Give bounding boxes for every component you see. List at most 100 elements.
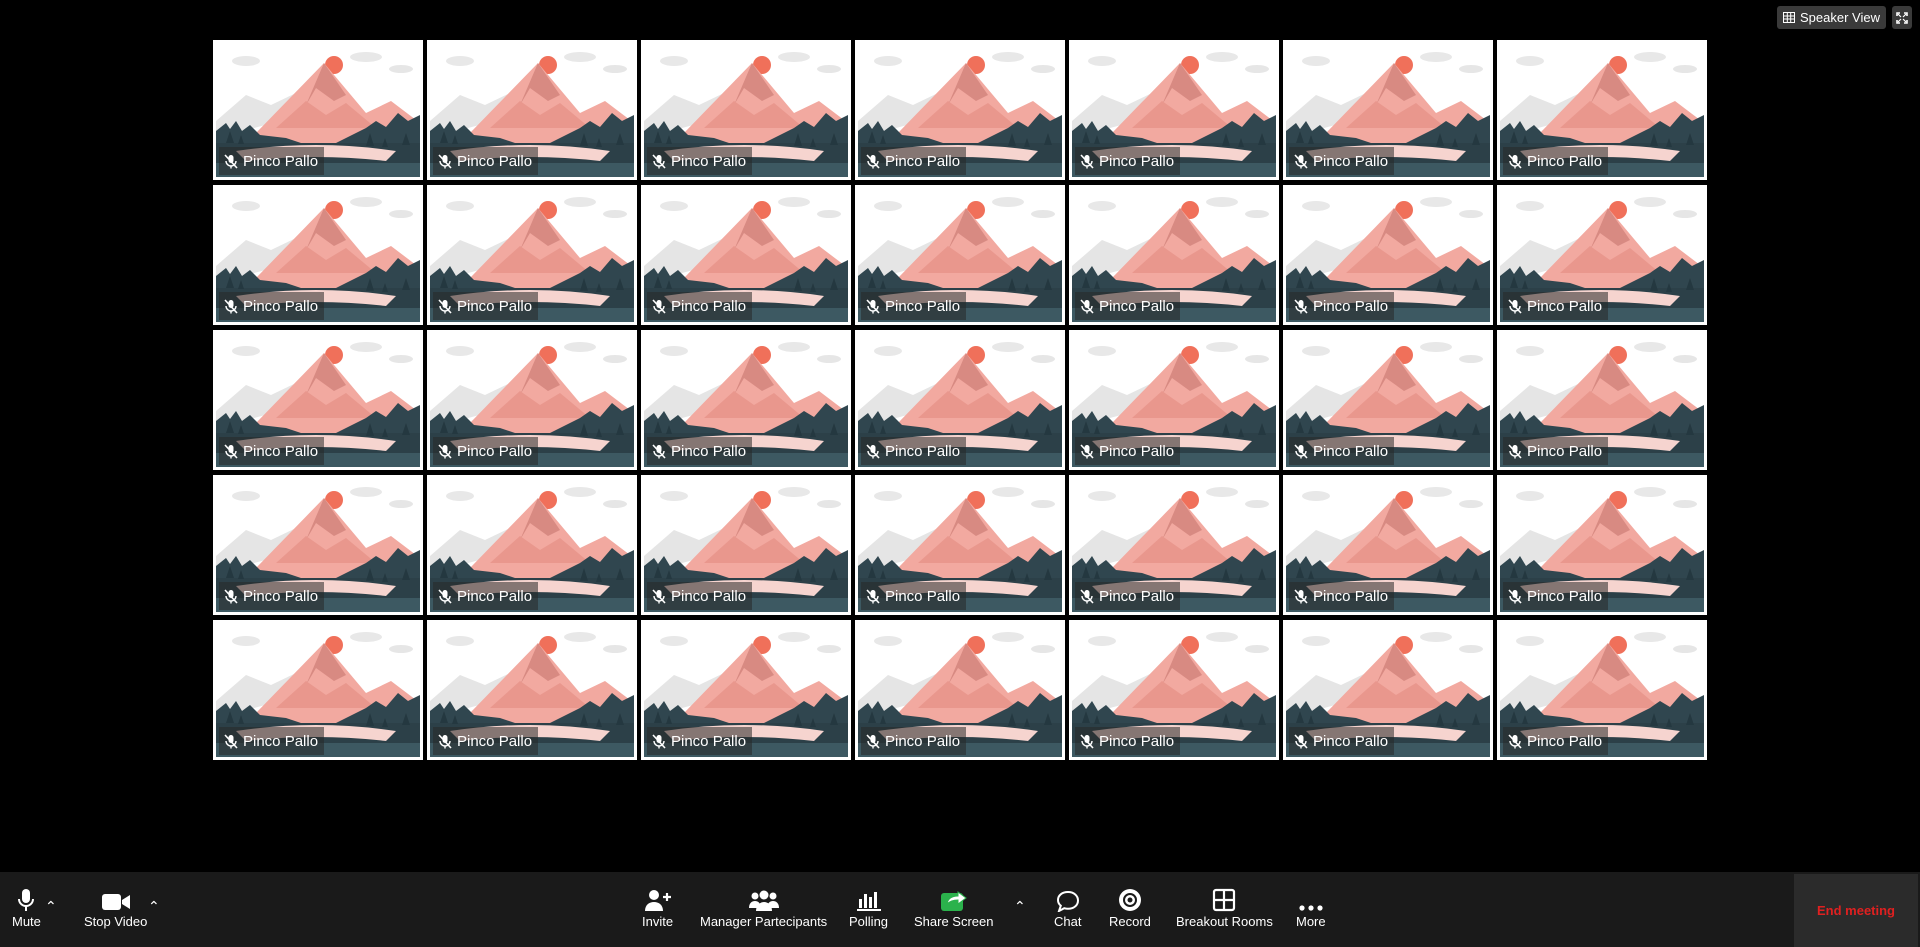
- participant-name-tag: Pinco Pallo: [1289, 292, 1395, 320]
- breakout-rooms-label: Breakout Rooms: [1176, 914, 1273, 929]
- muted-microphone-icon: [866, 153, 880, 169]
- muted-microphone-icon: [1508, 443, 1522, 459]
- participant-tile[interactable]: Pinco Pallo: [427, 620, 637, 760]
- polling-button[interactable]: Polling: [849, 886, 888, 929]
- participant-tile[interactable]: Pinco Pallo: [855, 40, 1065, 180]
- participant-tile[interactable]: Pinco Pallo: [427, 475, 637, 615]
- participant-tile[interactable]: Pinco Pallo: [1283, 185, 1493, 325]
- participant-tile[interactable]: Pinco Pallo: [1069, 40, 1279, 180]
- participant-tile[interactable]: Pinco Pallo: [213, 40, 423, 180]
- participant-name-tag: Pinco Pallo: [1503, 147, 1609, 175]
- muted-microphone-icon: [224, 733, 238, 749]
- participant-tile[interactable]: Pinco Pallo: [1283, 475, 1493, 615]
- microphone-icon: [18, 889, 35, 911]
- participant-name-tag: Pinco Pallo: [219, 437, 325, 465]
- participant-tile[interactable]: Pinco Pallo: [213, 620, 423, 760]
- participant-name: Pinco Pallo: [885, 442, 961, 460]
- participants-icon: [748, 890, 779, 911]
- participant-tile[interactable]: Pinco Pallo: [427, 330, 637, 470]
- audio-options-chevron-icon[interactable]: ⌃: [45, 898, 57, 915]
- participant-name-tag: Pinco Pallo: [1075, 582, 1181, 610]
- participant-tile[interactable]: Pinco Pallo: [1069, 185, 1279, 325]
- participant-tile[interactable]: Pinco Pallo: [855, 185, 1065, 325]
- record-icon: [1118, 889, 1141, 911]
- participant-tile[interactable]: Pinco Pallo: [1069, 475, 1279, 615]
- participant-tile[interactable]: Pinco Pallo: [1497, 620, 1707, 760]
- invite-button[interactable]: Invite: [642, 886, 673, 929]
- video-options-chevron-icon[interactable]: ⌃: [148, 898, 160, 915]
- participant-name: Pinco Pallo: [1527, 297, 1603, 315]
- participant-name: Pinco Pallo: [1099, 732, 1175, 750]
- participant-name-tag: Pinco Pallo: [1289, 582, 1395, 610]
- participant-tile[interactable]: Pinco Pallo: [855, 475, 1065, 615]
- muted-microphone-icon: [1508, 298, 1522, 314]
- participant-name: Pinco Pallo: [243, 152, 319, 170]
- participant-name-tag: Pinco Pallo: [647, 292, 753, 320]
- participant-tile[interactable]: Pinco Pallo: [427, 185, 637, 325]
- stop-video-button[interactable]: Stop Video: [84, 886, 147, 929]
- manage-participants-button[interactable]: Manager Partecipants: [700, 886, 827, 929]
- muted-microphone-icon: [652, 153, 666, 169]
- muted-microphone-icon: [866, 733, 880, 749]
- more-dots-icon: [1299, 905, 1323, 911]
- muted-microphone-icon: [1508, 153, 1522, 169]
- participant-tile[interactable]: Pinco Pallo: [213, 330, 423, 470]
- participant-name-tag: Pinco Pallo: [1289, 727, 1395, 755]
- participant-grid: Pinco Pallo Pinco Pallo Pinco Pallo Pinc…: [213, 40, 1707, 760]
- share-screen-icon: [940, 891, 967, 911]
- participant-name-tag: Pinco Pallo: [433, 582, 539, 610]
- muted-microphone-icon: [1080, 588, 1094, 604]
- participant-tile[interactable]: Pinco Pallo: [641, 40, 851, 180]
- meeting-toolbar: Mute ⌃ Stop Video ⌃ Invite Manager Parte…: [0, 872, 1920, 947]
- participant-tile[interactable]: Pinco Pallo: [855, 330, 1065, 470]
- participant-name: Pinco Pallo: [885, 587, 961, 605]
- participant-tile[interactable]: Pinco Pallo: [641, 620, 851, 760]
- breakout-rooms-icon: [1213, 888, 1236, 912]
- participant-tile[interactable]: Pinco Pallo: [427, 40, 637, 180]
- participant-tile[interactable]: Pinco Pallo: [1069, 620, 1279, 760]
- participant-name: Pinco Pallo: [885, 732, 961, 750]
- participant-tile[interactable]: Pinco Pallo: [1497, 185, 1707, 325]
- breakout-rooms-button[interactable]: Breakout Rooms: [1176, 886, 1273, 929]
- participant-name: Pinco Pallo: [671, 297, 747, 315]
- share-options-chevron-icon[interactable]: ⌃: [1014, 898, 1026, 915]
- participant-name: Pinco Pallo: [243, 732, 319, 750]
- participant-name: Pinco Pallo: [1313, 587, 1389, 605]
- participant-tile[interactable]: Pinco Pallo: [641, 330, 851, 470]
- participant-tile[interactable]: Pinco Pallo: [1497, 40, 1707, 180]
- participant-tile[interactable]: Pinco Pallo: [855, 620, 1065, 760]
- muted-microphone-icon: [1294, 588, 1308, 604]
- participant-name-tag: Pinco Pallo: [647, 582, 753, 610]
- participant-name-tag: Pinco Pallo: [1289, 437, 1395, 465]
- speaker-view-button[interactable]: Speaker View: [1777, 6, 1886, 29]
- participant-tile[interactable]: Pinco Pallo: [1497, 330, 1707, 470]
- participant-name-tag: Pinco Pallo: [647, 437, 753, 465]
- chat-button[interactable]: Chat: [1054, 886, 1081, 929]
- share-screen-button[interactable]: Share Screen: [914, 886, 994, 929]
- participant-tile[interactable]: Pinco Pallo: [641, 185, 851, 325]
- participant-tile[interactable]: Pinco Pallo: [213, 185, 423, 325]
- muted-microphone-icon: [1080, 733, 1094, 749]
- participant-name: Pinco Pallo: [457, 732, 533, 750]
- fullscreen-button[interactable]: [1892, 6, 1912, 29]
- end-meeting-button[interactable]: End meeting: [1794, 874, 1918, 947]
- participant-name-tag: Pinco Pallo: [433, 292, 539, 320]
- participant-name: Pinco Pallo: [671, 732, 747, 750]
- participant-tile[interactable]: Pinco Pallo: [1283, 330, 1493, 470]
- participant-name-tag: Pinco Pallo: [433, 147, 539, 175]
- record-button[interactable]: Record: [1109, 886, 1151, 929]
- participant-tile[interactable]: Pinco Pallo: [1497, 475, 1707, 615]
- participant-tile[interactable]: Pinco Pallo: [1283, 40, 1493, 180]
- participant-tile[interactable]: Pinco Pallo: [1283, 620, 1493, 760]
- mute-button[interactable]: Mute: [12, 886, 41, 929]
- more-button[interactable]: More: [1296, 886, 1326, 929]
- participant-name: Pinco Pallo: [671, 587, 747, 605]
- stop-video-label: Stop Video: [84, 914, 148, 929]
- participant-tile[interactable]: Pinco Pallo: [1069, 330, 1279, 470]
- end-meeting-label: End meeting: [1816, 903, 1895, 918]
- participant-tile[interactable]: Pinco Pallo: [641, 475, 851, 615]
- grid-view-icon: [1783, 12, 1796, 23]
- participant-tile[interactable]: Pinco Pallo: [213, 475, 423, 615]
- participant-name: Pinco Pallo: [243, 587, 319, 605]
- muted-microphone-icon: [652, 443, 666, 459]
